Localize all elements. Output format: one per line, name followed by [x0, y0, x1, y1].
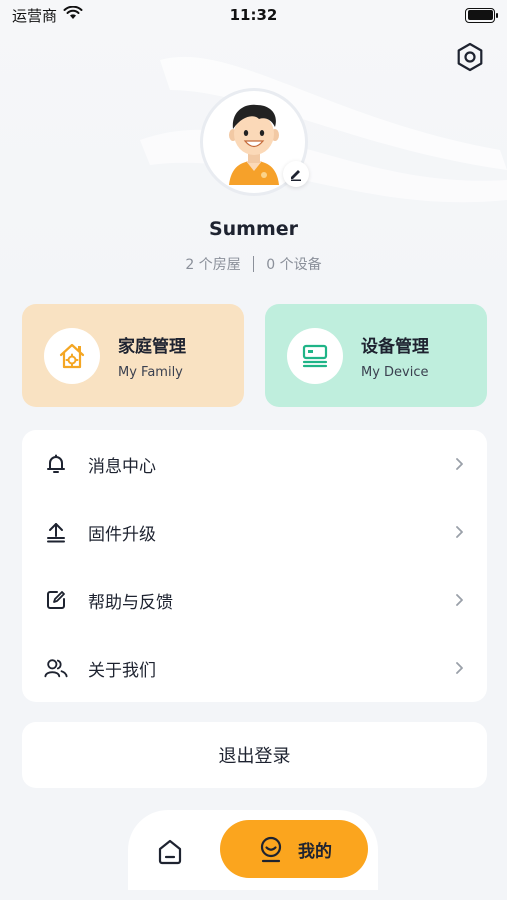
smile-face-icon	[260, 836, 282, 863]
chevron-right-icon	[456, 594, 463, 606]
family-card-title: 家庭管理	[118, 336, 186, 357]
family-card-subtitle: My Family	[118, 364, 183, 380]
status-left: 运营商	[12, 5, 83, 26]
upgrade-icon	[44, 520, 68, 544]
device-card-title: 设备管理	[361, 336, 429, 357]
menu-item-label: 关于我们	[88, 660, 156, 681]
family-management-card[interactable]: 家庭管理 My Family	[22, 304, 244, 407]
settings-menu: 消息中心 固件升级 帮助与反馈 关于我们	[22, 430, 487, 702]
device-count: 0 个设备	[266, 257, 322, 273]
house-count: 2 个房屋	[185, 257, 241, 273]
card-icon-wrapper	[44, 327, 100, 384]
bottom-navigation: 我的	[128, 810, 378, 890]
wifi-icon	[63, 5, 83, 24]
home-icon	[158, 839, 182, 865]
nav-mine-button[interactable]: 我的	[220, 820, 368, 878]
users-icon	[44, 656, 68, 680]
menu-item-about[interactable]: 关于我们	[22, 634, 487, 702]
username: Summer	[208, 218, 299, 240]
menu-item-firmware[interactable]: 固件升级	[22, 498, 487, 566]
menu-item-label: 消息中心	[88, 456, 156, 477]
edit-note-icon	[44, 588, 68, 612]
nav-mine-label: 我的	[298, 841, 332, 862]
pencil-icon	[291, 170, 301, 181]
device-card-subtitle: My Device	[361, 364, 429, 380]
edit-avatar-button[interactable]	[283, 161, 309, 187]
status-bar: 运营商 11:32	[0, 0, 507, 30]
menu-item-label: 固件升级	[88, 524, 156, 545]
card-icon-wrapper	[287, 327, 343, 384]
chevron-right-icon	[456, 526, 463, 538]
menu-item-help[interactable]: 帮助与反馈	[22, 566, 487, 634]
profile-stats: 2 个房屋 0 个设备	[0, 254, 507, 274]
settings-button[interactable]	[453, 40, 487, 74]
carrier-label: 运营商	[12, 6, 58, 25]
gear-hexagon-icon	[457, 42, 483, 72]
house-gear-icon	[59, 343, 85, 368]
avatar[interactable]	[200, 88, 309, 196]
chevron-right-icon	[456, 458, 463, 470]
device-management-card[interactable]: 设备管理 My Device	[265, 304, 487, 407]
device-icon	[302, 344, 328, 367]
logout-button[interactable]: 退出登录	[22, 722, 487, 788]
nav-home-button[interactable]	[150, 832, 190, 872]
battery-icon	[465, 7, 498, 23]
menu-item-messages[interactable]: 消息中心	[22, 430, 487, 498]
chevron-right-icon	[456, 662, 463, 674]
divider	[252, 256, 255, 272]
bell-icon	[44, 452, 68, 476]
logout-label: 退出登录	[218, 746, 291, 767]
menu-item-label: 帮助与反馈	[88, 592, 173, 613]
